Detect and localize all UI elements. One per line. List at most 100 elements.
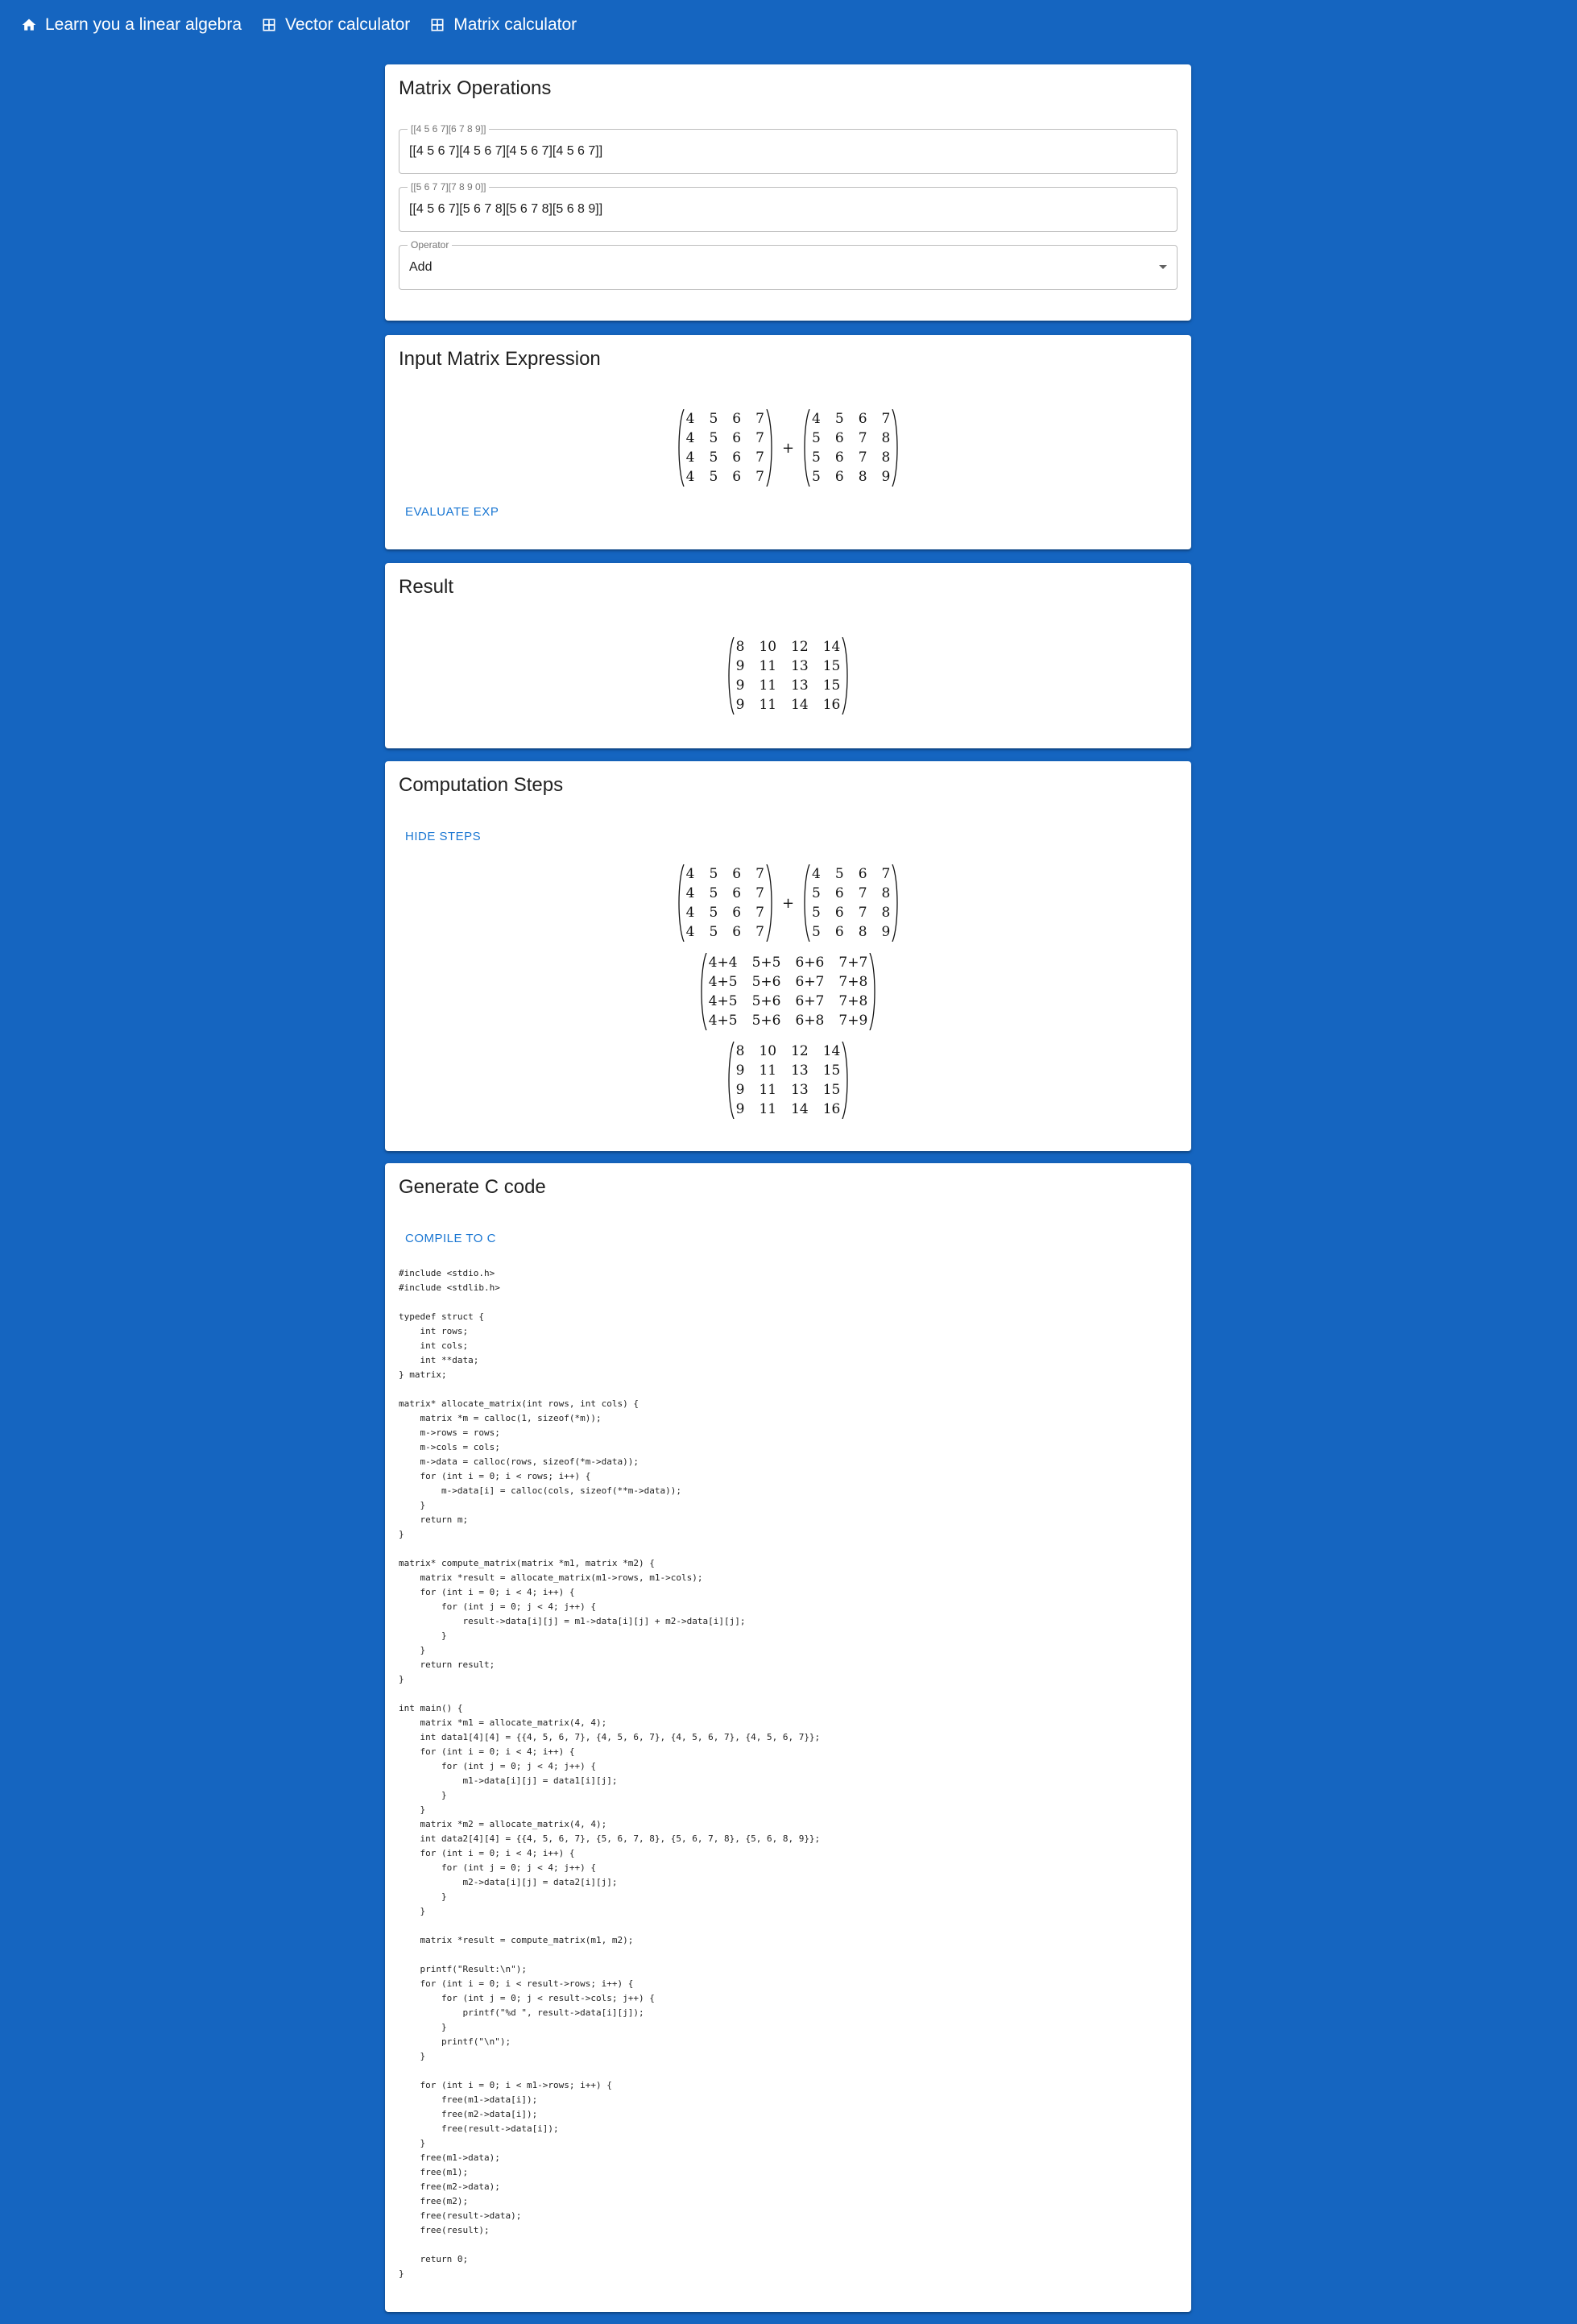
matrix1-input[interactable]	[409, 130, 1166, 173]
matrix-row: 4567	[685, 864, 766, 884]
matrix-cell: 8	[735, 639, 745, 655]
matrix-cell: 6	[834, 905, 844, 921]
matrix-cell: 5	[812, 924, 821, 940]
nav-vector-calculator[interactable]: Vector calculator	[261, 15, 410, 35]
nav-home[interactable]: Learn you a linear algebra	[21, 15, 242, 35]
matrix-cell: 7	[755, 449, 764, 466]
matrix-cell: 6	[732, 469, 742, 485]
c-code-block: #include <stdio.h> #include <stdlib.h> t…	[399, 1268, 821, 2279]
matrix-cell: 4	[685, 866, 695, 882]
matrix-cell: 8	[858, 924, 867, 940]
matrix-cell: 10	[759, 1043, 777, 1059]
matrix-cell: 11	[759, 1063, 777, 1079]
matrix-cell: 11	[759, 658, 777, 674]
matrix-cell: 4+4	[708, 955, 738, 971]
matrix-cell: 5	[709, 449, 718, 466]
matrix-cell: 4	[685, 924, 695, 940]
computation-steps-card: Computation Steps HIDE STEPS 45674567456…	[385, 761, 1191, 1151]
matrix-cell: 8	[881, 885, 891, 901]
matrix-cell: 6+8	[795, 1013, 825, 1029]
matrix-row: 4567	[810, 864, 892, 884]
matrix-cell: 13	[791, 677, 809, 694]
matrix-table: 4567567856785689	[810, 409, 892, 487]
matrix-cell: 5	[709, 866, 718, 882]
matrix-cell: 6	[834, 469, 844, 485]
left-paren-icon	[677, 864, 685, 942]
matrix-cell: 14	[791, 697, 809, 713]
step-2-math: 4+4 5+5 6+6 7+7 4+5 5+6 6+7 7+8 4+5 5+6 6+7 7+8 4+5 5…	[385, 953, 1191, 1030]
card-title-expression: Input Matrix Expression	[399, 348, 601, 370]
matrix-cell: 6+6	[795, 955, 825, 971]
matrix-cell: 4+5	[708, 1013, 738, 1029]
result-math: 8 10 12 14 9 11 13 15 9 11 13 15 9 11 14 16	[385, 637, 1191, 715]
operator-symbol: +	[781, 894, 795, 912]
matrix-cell: 8	[735, 1043, 745, 1059]
matrix2-input[interactable]	[409, 188, 1166, 231]
matrix-cell: 6	[732, 866, 742, 882]
matrix-cell: 4	[812, 866, 821, 882]
result-card: Result 8 10 12 14 9 11 13 15 9 11 13 15 9 11 14 16	[385, 563, 1191, 748]
matrix-cell: 7	[755, 411, 764, 427]
matrix-cell: 6	[834, 924, 844, 940]
matrix-cell: 16	[822, 1101, 841, 1117]
matrix-row: 4567	[685, 429, 766, 448]
matrix2-field: [[5 6 7 7][7 8 9 0]]	[399, 181, 1178, 232]
matrix-cell: 9	[735, 1082, 745, 1098]
matrix-cell: 5+6	[751, 1013, 781, 1029]
nav-matrix-label: Matrix calculator	[453, 15, 577, 34]
matrix-table: 4+4 5+5 6+6 7+7 4+5 5+6 6+7 7+8 4+5 5+6 6+7 7+8 4+5 5…	[707, 953, 870, 1030]
matrix-cell: 7	[755, 905, 764, 921]
matrix-cell: 14	[791, 1101, 809, 1117]
matrix-display: 4567456745674567	[677, 864, 774, 942]
matrix-cell: 4	[685, 885, 695, 901]
matrix-row: 5678	[810, 884, 892, 903]
matrix-row: 5689	[810, 922, 892, 942]
matrix-row: 4567	[685, 922, 766, 942]
caret-down-icon	[1159, 265, 1167, 269]
matrix-cell: 5	[709, 469, 718, 485]
matrix-row: 5678	[810, 429, 892, 448]
matrix-row: 5689	[810, 467, 892, 487]
matrix-cell: 15	[822, 658, 841, 674]
nav-vector-label: Vector calculator	[285, 15, 411, 34]
step-3-math: 8 10 12 14 9 11 13 15 9 11 13 15 9 11 14 16	[385, 1042, 1191, 1119]
matrix-cell: 6	[834, 430, 844, 446]
matrix-cell: 9	[735, 677, 745, 694]
evaluate-exp-button[interactable]: EVALUATE EXP	[399, 498, 505, 527]
matrix-cell: 7	[858, 905, 867, 921]
top-nav: Learn you a linear algebra Vector calcul…	[0, 0, 1577, 50]
matrix-cell: 13	[791, 1082, 809, 1098]
left-paren-icon	[802, 864, 810, 942]
matrix-cell: 11	[759, 677, 777, 694]
right-paren-icon	[766, 864, 774, 942]
matrix-cell: 14	[822, 1043, 841, 1059]
matrix-cell: 4+5	[708, 993, 738, 1009]
compile-to-c-button[interactable]: COMPILE TO C	[399, 1224, 503, 1253]
matrix-row: 4567	[685, 467, 766, 487]
nav-home-label: Learn you a linear algebra	[45, 15, 242, 34]
matrix-row: 4+5 5+6 6+8 7+9	[707, 1011, 870, 1030]
right-paren-icon	[869, 953, 877, 1030]
matrix-cell: 6	[858, 866, 867, 882]
nav-matrix-calculator[interactable]: Matrix calculator	[429, 15, 577, 35]
matrix-cell: 4	[685, 411, 695, 427]
left-paren-icon	[726, 1042, 735, 1119]
matrix-cell: 7+9	[838, 1013, 868, 1029]
matrix-display: 4567456745674567	[677, 409, 774, 487]
matrix-cell: 10	[759, 639, 777, 655]
card-title-result: Result	[399, 576, 454, 598]
matrix-row: 4567	[685, 409, 766, 429]
matrix-row: 9 11 14 16	[735, 695, 842, 715]
matrix-cell: 13	[791, 1063, 809, 1079]
matrix-cell: 9	[881, 924, 891, 940]
matrix-cell: 7	[858, 449, 867, 466]
matrix-cell: 6	[732, 885, 742, 901]
matrix-display: 4+4 5+5 6+6 7+7 4+5 5+6 6+7 7+8 4+5 5+6 6+7 7+8 4+5 5…	[699, 953, 878, 1030]
matrix-cell: 12	[791, 1043, 809, 1059]
operator-select[interactable]: Operator Add	[399, 239, 1178, 290]
matrix-display: 4567567856785689	[802, 864, 900, 942]
matrix-cell: 12	[791, 639, 809, 655]
hide-steps-button[interactable]: HIDE STEPS	[399, 822, 487, 851]
matrix-operations-card: Matrix Operations [[4 5 6 7][6 7 8 9]] […	[385, 64, 1191, 321]
matrix-cell: 7	[755, 469, 764, 485]
